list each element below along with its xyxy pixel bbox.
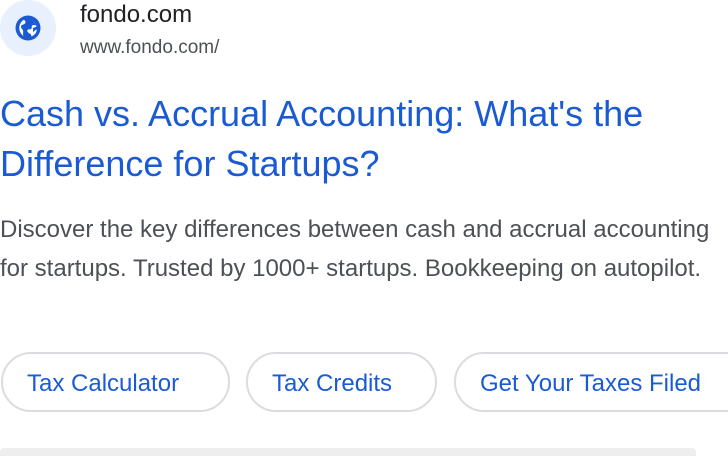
site-url: www.fondo.com/ <box>80 37 220 58</box>
sitelink-get-your-taxes-filed[interactable]: Get Your Taxes Filed <box>454 352 728 412</box>
site-info[interactable]: fondo.com www.fondo.com/ <box>0 0 728 64</box>
sitelink-tax-credits[interactable]: Tax Credits <box>246 352 437 412</box>
favicon <box>0 0 56 56</box>
sitelink-label: Tax Credits <box>272 370 393 397</box>
globe-icon <box>15 15 41 41</box>
next-card-edge <box>0 448 696 456</box>
result-title-link[interactable]: Cash vs. Accrual Accounting: What's the … <box>0 89 720 189</box>
sitelink-label: Tax Calculator <box>27 370 180 397</box>
search-result: fondo.com www.fondo.com/ Cash vs. Accrua… <box>0 0 728 456</box>
sitelinks-row: Tax Calculator Tax Credits Get Your Taxe… <box>0 352 728 416</box>
site-name: fondo.com <box>80 1 193 28</box>
sitelink-tax-calculator[interactable]: Tax Calculator <box>1 352 230 412</box>
sitelink-label: Get Your Taxes Filed <box>480 370 702 397</box>
result-snippet: Discover the key differences between cas… <box>0 216 710 282</box>
